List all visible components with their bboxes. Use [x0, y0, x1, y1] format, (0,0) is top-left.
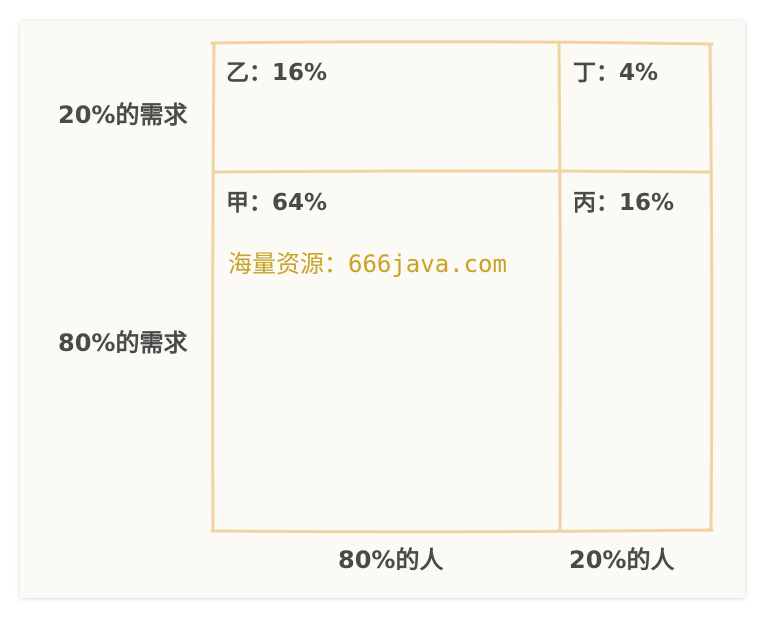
column-label-left: 80%的人	[338, 546, 444, 574]
row-label-bottom: 80%的需求	[58, 329, 188, 357]
cell-top-left-label: 乙：16%	[226, 60, 328, 86]
quadrant-grid	[210, 40, 714, 534]
column-label-right: 20%的人	[569, 546, 675, 574]
grid-horizontal-divider	[211, 169, 713, 174]
cell-top-right-label: 丁：4%	[573, 60, 659, 86]
grid-right-border	[708, 42, 714, 532]
grid-left-border	[211, 41, 216, 533]
cell-bottom-right-label: 丙：16%	[573, 190, 675, 216]
grid-top-border	[210, 40, 714, 46]
grid-vertical-divider	[557, 42, 562, 533]
row-label-top: 20%的需求	[58, 101, 188, 129]
cell-bottom-left-label: 甲：64%	[226, 190, 328, 216]
watermark-text: 海量资源：666java.com	[228, 250, 507, 278]
grid-bottom-border	[210, 528, 714, 534]
